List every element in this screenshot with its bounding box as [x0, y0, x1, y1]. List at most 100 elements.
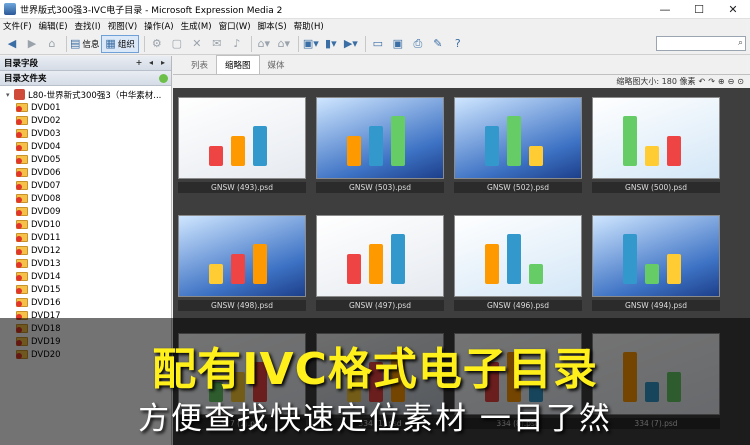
menu-script[interactable]: 脚本(S)	[258, 20, 287, 32]
zoom-out-icon[interactable]: ⊖	[728, 77, 735, 86]
menu-help[interactable]: 帮助(H)	[294, 20, 324, 32]
tree-folder-item[interactable]: DVD16	[0, 296, 171, 309]
menu-action[interactable]: 操作(A)	[144, 20, 173, 32]
tree-folder-item[interactable]: DVD12	[0, 244, 171, 257]
tree-root[interactable]: ▾ L80-世界新式300强3（中华素材...	[0, 88, 171, 101]
tab-media[interactable]: 媒体	[260, 56, 293, 74]
print-icon[interactable]: ⎙	[409, 35, 427, 53]
catalog-fields-header[interactable]: 目录字段 + ◂ ▸	[0, 56, 171, 71]
folder-icon	[16, 103, 28, 112]
expand-arrow-icon[interactable]: ▾	[6, 91, 14, 99]
catalog-icon	[14, 89, 25, 100]
title-bar: 世界版式300强3-IVC电子目录 - Microsoft Expression…	[0, 0, 750, 19]
expand-icon[interactable]: ▸	[158, 58, 168, 68]
thumbnail-label: GNSW (497).psd	[316, 300, 444, 311]
menu-file[interactable]: 文件(F)	[3, 20, 32, 32]
home-icon[interactable]: ⌂	[43, 35, 61, 53]
catalog-folders-title: 目录文件夹	[4, 74, 47, 84]
thumbnail-item[interactable]: GNSW (493).psd	[178, 97, 306, 193]
mail-icon[interactable]: ✉	[208, 35, 226, 53]
collapse-icon[interactable]: ◂	[146, 58, 156, 68]
scan-icon[interactable]: ▢	[168, 35, 186, 53]
house-dropdown-icon[interactable]: ⌂▾	[255, 35, 273, 53]
thumbnail-item[interactable]: GNSW (502).psd	[454, 97, 582, 193]
gear-icon[interactable]: ⚙	[148, 35, 166, 53]
folder-icon	[16, 155, 28, 164]
minimize-button[interactable]: —	[648, 0, 682, 19]
tree-folder-item[interactable]: DVD13	[0, 257, 171, 270]
screen-icon[interactable]: ▣	[389, 35, 407, 53]
tree-folder-item[interactable]: DVD02	[0, 114, 171, 127]
tree-folder-item[interactable]: DVD09	[0, 205, 171, 218]
zoom-in-icon[interactable]: ⊕	[718, 77, 725, 86]
thumbnail-image[interactable]	[454, 97, 582, 179]
thumbnail-image[interactable]	[592, 97, 720, 179]
microphone-icon[interactable]: ♪	[228, 35, 246, 53]
toolbar: ◀ ▶ ⌂ ▤ 信息 ▦ 组织 ⚙ ▢ ✕ ✉ ♪ ⌂▾ ⌂▾ ▣▾ ▮▾ ▶▾ ▭…	[0, 33, 750, 55]
thumbnail-item[interactable]: GNSW (494).psd	[592, 215, 720, 311]
image-shape	[667, 136, 681, 166]
thumbnail-label: GNSW (502).psd	[454, 182, 582, 193]
view-tabs: 列表 缩略图 媒体	[173, 55, 750, 75]
bar-chart-icon[interactable]: ▮▾	[322, 35, 340, 53]
delete-icon[interactable]: ✕	[188, 35, 206, 53]
organize-button[interactable]: ▦ 组织	[101, 34, 139, 53]
menu-window[interactable]: 窗口(W)	[219, 20, 251, 32]
add-icon[interactable]: +	[134, 58, 144, 68]
menu-make[interactable]: 生成(M)	[181, 20, 212, 32]
thumbnail-item[interactable]: GNSW (498).psd	[178, 215, 306, 311]
scroll-up-icon[interactable]: ⊙	[737, 77, 744, 86]
folder-icon	[16, 142, 28, 151]
close-button[interactable]: ✕	[716, 0, 750, 19]
toolbar-separator	[66, 35, 67, 52]
thumbnail-image[interactable]	[178, 97, 306, 179]
pencil-icon[interactable]: ✎	[429, 35, 447, 53]
catalog-folders-header[interactable]: 目录文件夹	[0, 71, 171, 86]
thumbnail-item[interactable]: GNSW (500).psd	[592, 97, 720, 193]
tree-folder-item[interactable]: DVD05	[0, 153, 171, 166]
tree-folder-item[interactable]: DVD01	[0, 101, 171, 114]
thumbnail-image[interactable]	[316, 97, 444, 179]
back-arrow-icon[interactable]: ◀	[3, 35, 21, 53]
tree-folder-item[interactable]: DVD07	[0, 179, 171, 192]
folder-icon	[16, 272, 28, 281]
tab-list[interactable]: 列表	[183, 56, 216, 74]
image-shape	[507, 116, 521, 166]
house-dropdown-icon-2[interactable]: ⌂▾	[275, 35, 293, 53]
search-input[interactable]: ⌕	[656, 36, 746, 51]
tree-folder-item[interactable]: DVD15	[0, 283, 171, 296]
folder-icon	[16, 220, 28, 229]
info-button[interactable]: ▤ 信息	[70, 35, 99, 53]
menu-view[interactable]: 视图(V)	[108, 20, 137, 32]
thumbnail-item[interactable]: GNSW (496).psd	[454, 215, 582, 311]
rotate-right-icon[interactable]: ↷	[708, 77, 715, 86]
tree-folder-item[interactable]: DVD08	[0, 192, 171, 205]
menu-find[interactable]: 查找(I)	[75, 20, 101, 32]
help-icon[interactable]: ?	[449, 35, 467, 53]
tree-folder-item[interactable]: DVD04	[0, 140, 171, 153]
slideshow-icon[interactable]: ▭	[369, 35, 387, 53]
maximize-button[interactable]: ☐	[682, 0, 716, 19]
menu-edit[interactable]: 编辑(E)	[39, 20, 68, 32]
tab-thumbnails[interactable]: 缩略图	[216, 55, 260, 74]
tree-folder-item[interactable]: DVD03	[0, 127, 171, 140]
thumbnail-item[interactable]: GNSW (503).psd	[316, 97, 444, 193]
tree-folder-item[interactable]: DVD14	[0, 270, 171, 283]
thumbnail-item[interactable]: GNSW (497).psd	[316, 215, 444, 311]
tree-folder-item[interactable]: DVD11	[0, 231, 171, 244]
thumbnail-image[interactable]	[592, 215, 720, 297]
tree-folder-item[interactable]: DVD10	[0, 218, 171, 231]
grid-view-icon[interactable]: ▣▾	[302, 35, 320, 53]
image-shape	[391, 234, 405, 284]
tree-folder-item[interactable]: DVD06	[0, 166, 171, 179]
image-shape	[645, 146, 659, 166]
rotate-left-icon[interactable]: ↶	[698, 77, 705, 86]
forward-arrow-icon[interactable]: ▶	[23, 35, 41, 53]
thumbnail-image[interactable]	[178, 215, 306, 297]
thumbnail-image[interactable]	[316, 215, 444, 297]
info-icon: ▤	[70, 37, 81, 50]
search-icon: ⌕	[737, 38, 743, 48]
folder-label: DVD14	[31, 271, 61, 282]
thumbnail-image[interactable]	[454, 215, 582, 297]
play-icon[interactable]: ▶▾	[342, 35, 360, 53]
